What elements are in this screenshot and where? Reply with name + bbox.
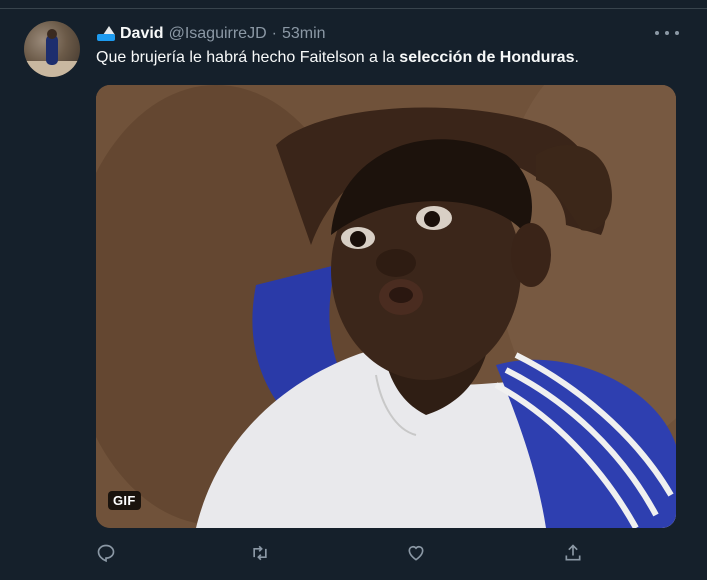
user-handle[interactable]: @IsaguirreJD [169, 25, 267, 43]
gif-badge: GIF [108, 491, 141, 510]
top-divider [0, 0, 707, 9]
gif-frame-illustration [96, 85, 676, 528]
tweet-actions [96, 539, 676, 569]
tweet-text-bold: selección de Honduras [399, 49, 575, 66]
like-icon[interactable] [406, 543, 428, 565]
tweet-text: Que brujería le habrá hecho Faitelson a … [96, 49, 579, 67]
more-options-icon[interactable] [655, 29, 679, 37]
tweet-header: David @IsaguirreJD · 53min [96, 23, 326, 45]
share-icon[interactable] [563, 543, 585, 565]
avatar[interactable] [24, 21, 80, 77]
display-name[interactable]: David [120, 25, 164, 43]
retweet-icon[interactable] [249, 543, 271, 565]
separator-dot: · [271, 25, 277, 42]
avatar-head [47, 29, 57, 39]
tweet-text-suffix: . [574, 49, 579, 66]
tweet-timestamp[interactable]: 53min [282, 25, 326, 43]
tweet[interactable]: David @IsaguirreJD · 53min Que brujería … [0, 9, 707, 580]
avatar-figure [46, 35, 58, 65]
tweet-text-prefix: Que brujería le habrá hecho Faitelson a … [96, 49, 400, 66]
reply-icon[interactable] [96, 543, 118, 565]
sailboat-emoji-icon [96, 25, 116, 43]
tweet-gif-media[interactable]: GIF [96, 85, 676, 528]
